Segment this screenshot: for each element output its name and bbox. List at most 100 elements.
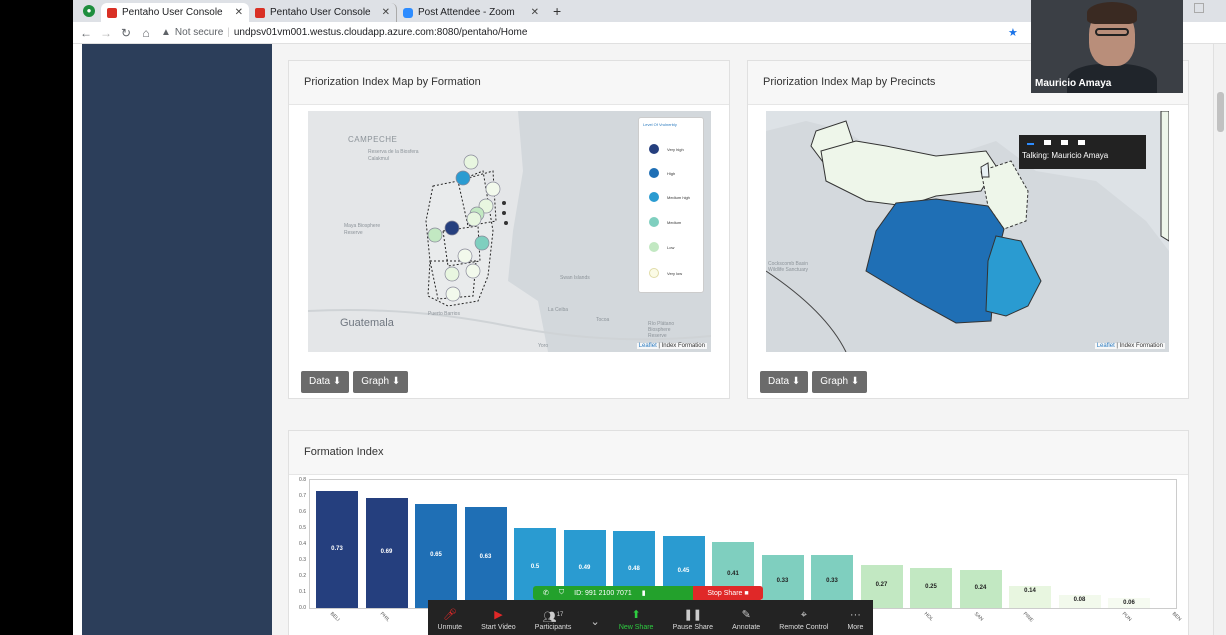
y-tick-label: 0.8: [299, 477, 306, 483]
data-download-button[interactable]: Data ⬇: [301, 371, 350, 393]
more-icon: ···: [849, 609, 861, 621]
legend-item: Medium high: [649, 192, 690, 202]
profile-icon[interactable]: ●: [83, 5, 95, 17]
bar-value-label: 0.27: [875, 582, 888, 589]
legend-label: Low: [667, 244, 675, 250]
participants-icon: 👥︎17: [542, 611, 564, 624]
legend-label: Very high: [667, 146, 684, 152]
panel-title: Formation Index: [289, 431, 1188, 475]
bar-value-label: 0.69: [380, 548, 393, 555]
start-video-button[interactable]: ▶ Start Video: [481, 609, 516, 631]
x-tick-label: BELI: [328, 611, 341, 623]
legend-title: Level Of Vrulnerbly: [643, 122, 677, 127]
phone-icon: ✆: [543, 590, 549, 597]
x-tick-label: PHIL: [378, 611, 391, 624]
map-attribution: Leaflet | Index Formation: [1094, 343, 1165, 349]
new-tab-button[interactable]: +: [553, 3, 561, 19]
y-tick-label: 0.1: [299, 589, 306, 595]
control-label: Unmute: [437, 624, 463, 631]
page-scrollbar[interactable]: [1213, 44, 1226, 635]
new-share-button[interactable]: ⬆ New Share: [619, 609, 654, 631]
minimize-view-icon[interactable]: [1027, 140, 1034, 145]
control-label: Participants: [534, 624, 572, 631]
reload-icon[interactable]: ↻: [119, 26, 133, 40]
close-icon[interactable]: ✕: [531, 7, 539, 18]
mic-muted-icon: 🎤︎: [442, 609, 457, 621]
graph-download-button[interactable]: Graph ⬇: [812, 371, 868, 393]
remote-control-button[interactable]: ⌖ Remote Control: [779, 609, 828, 631]
map-label: Reserva de la Biosfera Calakmul: [368, 149, 419, 162]
participants-button[interactable]: 👥︎17 Participants: [535, 609, 572, 631]
forward-icon[interactable]: →: [99, 26, 113, 40]
legend-item: Very high: [649, 144, 684, 154]
y-tick-label: 0.4: [299, 541, 306, 547]
control-label: Remote Control: [779, 624, 829, 631]
scrollbar-thumb[interactable]: [1217, 92, 1224, 132]
map-attribution: Leaflet | Index Formation: [636, 343, 707, 349]
precincts-map-panel: Priorization Index Map by Precincts Cock…: [747, 60, 1189, 399]
tab-zoom[interactable]: Post Attendee - Zoom ✕: [397, 3, 545, 22]
legend-swatch: [649, 217, 659, 227]
data-download-button[interactable]: Data ⬇: [760, 371, 809, 393]
control-label: Pause Share: [672, 624, 714, 631]
legend-item: High: [649, 168, 675, 178]
active-speaker-icon[interactable]: [1044, 140, 1051, 145]
bar-value-label: 0.73: [331, 545, 343, 552]
close-icon[interactable]: ✕: [235, 7, 243, 18]
gallery-view-icon[interactable]: [1078, 140, 1085, 145]
close-icon[interactable]: ✕: [382, 7, 390, 18]
legend-swatch: [649, 192, 659, 202]
x-tick-label: PINE: [1021, 611, 1035, 624]
formation-map-panel: Priorization Index Map by Formation CAMP…: [288, 60, 730, 399]
tab-pentaho-1[interactable]: Pentaho User Console ✕: [101, 3, 249, 22]
legend-label: Very low: [667, 270, 683, 276]
map-label: CAMPECHE: [348, 135, 398, 144]
bar-value-label: 0.41: [727, 571, 739, 578]
y-tick-label: 0.7: [299, 493, 306, 499]
y-tick-label: 0.0: [299, 605, 306, 611]
legend-swatch: [649, 144, 659, 154]
bar-value-label: 0.33: [776, 577, 789, 584]
pen-icon: ✎: [741, 609, 751, 621]
stop-share-button[interactable]: Stop Share ■: [693, 586, 763, 600]
unmute-button[interactable]: 🎤︎ Unmute: [438, 609, 463, 631]
attribution-text: | Index Formation: [1116, 343, 1163, 349]
thumbnail-view-icon[interactable]: [1061, 140, 1068, 145]
map-label: Puerto Barrios: [428, 311, 460, 317]
leaflet-link[interactable]: Leaflet: [1097, 343, 1115, 349]
map-label: Guatemala: [340, 317, 394, 329]
participant-name: Mauricio Amaya: [1035, 78, 1112, 89]
graph-download-button[interactable]: Graph ⬇: [353, 371, 409, 393]
more-button[interactable]: ··· More: [847, 609, 863, 631]
bookmark-star-icon[interactable]: ★: [1008, 26, 1018, 39]
pentaho-icon: [107, 7, 117, 18]
formation-map[interactable]: CAMPECHE Reserva de la Biosfera Calakmul…: [308, 111, 711, 352]
tab-pentaho-2[interactable]: Pentaho User Console ✕: [249, 3, 397, 22]
gallery-grid-icon[interactable]: [1194, 3, 1204, 13]
annotate-button[interactable]: ✎ Annotate: [732, 609, 760, 631]
video-off-icon: ▶: [494, 609, 503, 621]
bar-value-label: 0.5: [530, 564, 540, 570]
home-icon[interactable]: ⌂: [139, 26, 153, 40]
legend-label: Medium high: [667, 194, 690, 200]
control-label: Annotate: [732, 624, 761, 631]
panel-title: Priorization Index Map by Formation: [289, 61, 729, 105]
map-label: La Ceiba: [548, 307, 569, 313]
map-label: Yoro: [538, 343, 549, 349]
legend-label: Medium: [667, 219, 682, 225]
pause-share-button[interactable]: ❚❚ Pause Share: [673, 609, 713, 631]
signal-icon: ▮: [641, 590, 646, 597]
back-icon[interactable]: ←: [79, 26, 93, 40]
participant-video[interactable]: Mauricio Amaya: [1031, 0, 1183, 93]
control-label: More: [847, 624, 864, 631]
zoom-icon: [403, 7, 413, 18]
pentaho-icon: [255, 7, 265, 18]
share-status-bar: ✆ ⛉ ID: 991 2100 7071 ▮ Stop Share ■: [533, 586, 763, 600]
bar-value-label: 0.33: [826, 577, 838, 584]
address-bar[interactable]: ▲ Not secure | undpsv01vm001.westus.clou…: [161, 27, 527, 38]
tab-title: Pentaho User Console: [122, 7, 223, 18]
leaflet-link[interactable]: Leaflet: [639, 343, 657, 349]
bar-value-label: 0.06: [1123, 600, 1135, 607]
shield-icon: ⛉: [558, 589, 565, 596]
participants-menu-chevron[interactable]: ⌄: [590, 616, 599, 631]
